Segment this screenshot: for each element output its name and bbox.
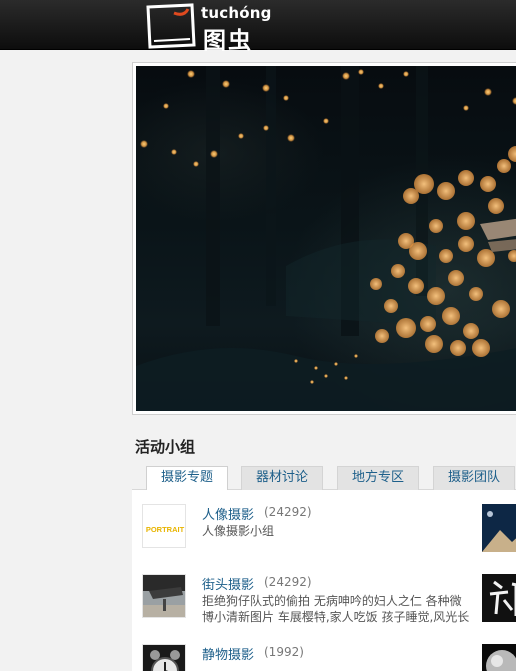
group-description: 人像摄影小组	[202, 524, 275, 538]
calligraphy-photo-icon	[482, 574, 516, 622]
group-member-count: (24292)	[264, 505, 312, 519]
logo-wordmark: tuchóng	[201, 4, 272, 22]
group-thumbnail[interactable]: PORTRAIT	[142, 504, 186, 548]
mountain-photo-icon	[482, 504, 516, 552]
side-photo-thumbnail[interactable]	[482, 504, 516, 552]
sphere-photo-icon	[482, 644, 516, 671]
tab-photo-teams[interactable]: 摄影团队	[433, 466, 515, 490]
alarm-clock-icon	[143, 645, 185, 671]
group-list: PORTRAIT 人像摄影 (24292) 人像摄影小组 街头摄影 (24292…	[132, 490, 516, 671]
list-item: 街头摄影 (24292) 拒绝狗仔队式的偷拍 无病呻吟的妇人之仁 各种微博小清新…	[132, 560, 516, 630]
top-bar: tuchóng 图虫	[0, 0, 516, 54]
group-thumbnail[interactable]	[142, 574, 186, 618]
tab-equipment-discussion[interactable]: 器材讨论	[241, 466, 323, 490]
group-description	[202, 663, 472, 671]
fireflies-illustration	[136, 66, 516, 411]
groups-section-title: 活动小组	[135, 438, 196, 456]
group-member-count: (1992)	[264, 645, 304, 659]
list-item: 静物摄影 (1992)	[132, 630, 516, 671]
group-thumbnail[interactable]	[142, 644, 186, 671]
tab-photography-topics[interactable]: 摄影专题	[146, 466, 228, 491]
groups-tabs: 摄影专题 器材讨论 地方专区 摄影团队	[132, 464, 516, 491]
side-photo-thumbnail[interactable]	[482, 644, 516, 671]
list-item: PORTRAIT 人像摄影 (24292) 人像摄影小组	[132, 490, 516, 560]
tuchong-frame-logo-icon	[146, 3, 196, 49]
svg-text:PORTRAIT: PORTRAIT	[146, 525, 185, 534]
group-name[interactable]: 静物摄影	[202, 644, 254, 663]
portrait-logo-icon: PORTRAIT	[143, 505, 185, 547]
tab-regional-zone[interactable]: 地方专区	[337, 466, 419, 490]
group-name[interactable]: 人像摄影	[202, 504, 254, 523]
group-member-count: (24292)	[264, 575, 312, 589]
logo-chinese: 图虫	[203, 28, 253, 54]
street-photo-icon	[143, 575, 185, 617]
group-description: 拒绝狗仔队式的偷拍 无病呻吟的妇人之仁 各种微博小清新图片 车展樱特,家人吃饭 …	[202, 594, 470, 624]
forest-fireflies-photo[interactable]	[136, 66, 516, 411]
featured-photo-frame[interactable]	[132, 62, 516, 415]
site-logo[interactable]: tuchóng 图虫	[144, 3, 271, 54]
side-photo-thumbnail[interactable]	[482, 574, 516, 622]
group-name[interactable]: 街头摄影	[202, 574, 254, 593]
